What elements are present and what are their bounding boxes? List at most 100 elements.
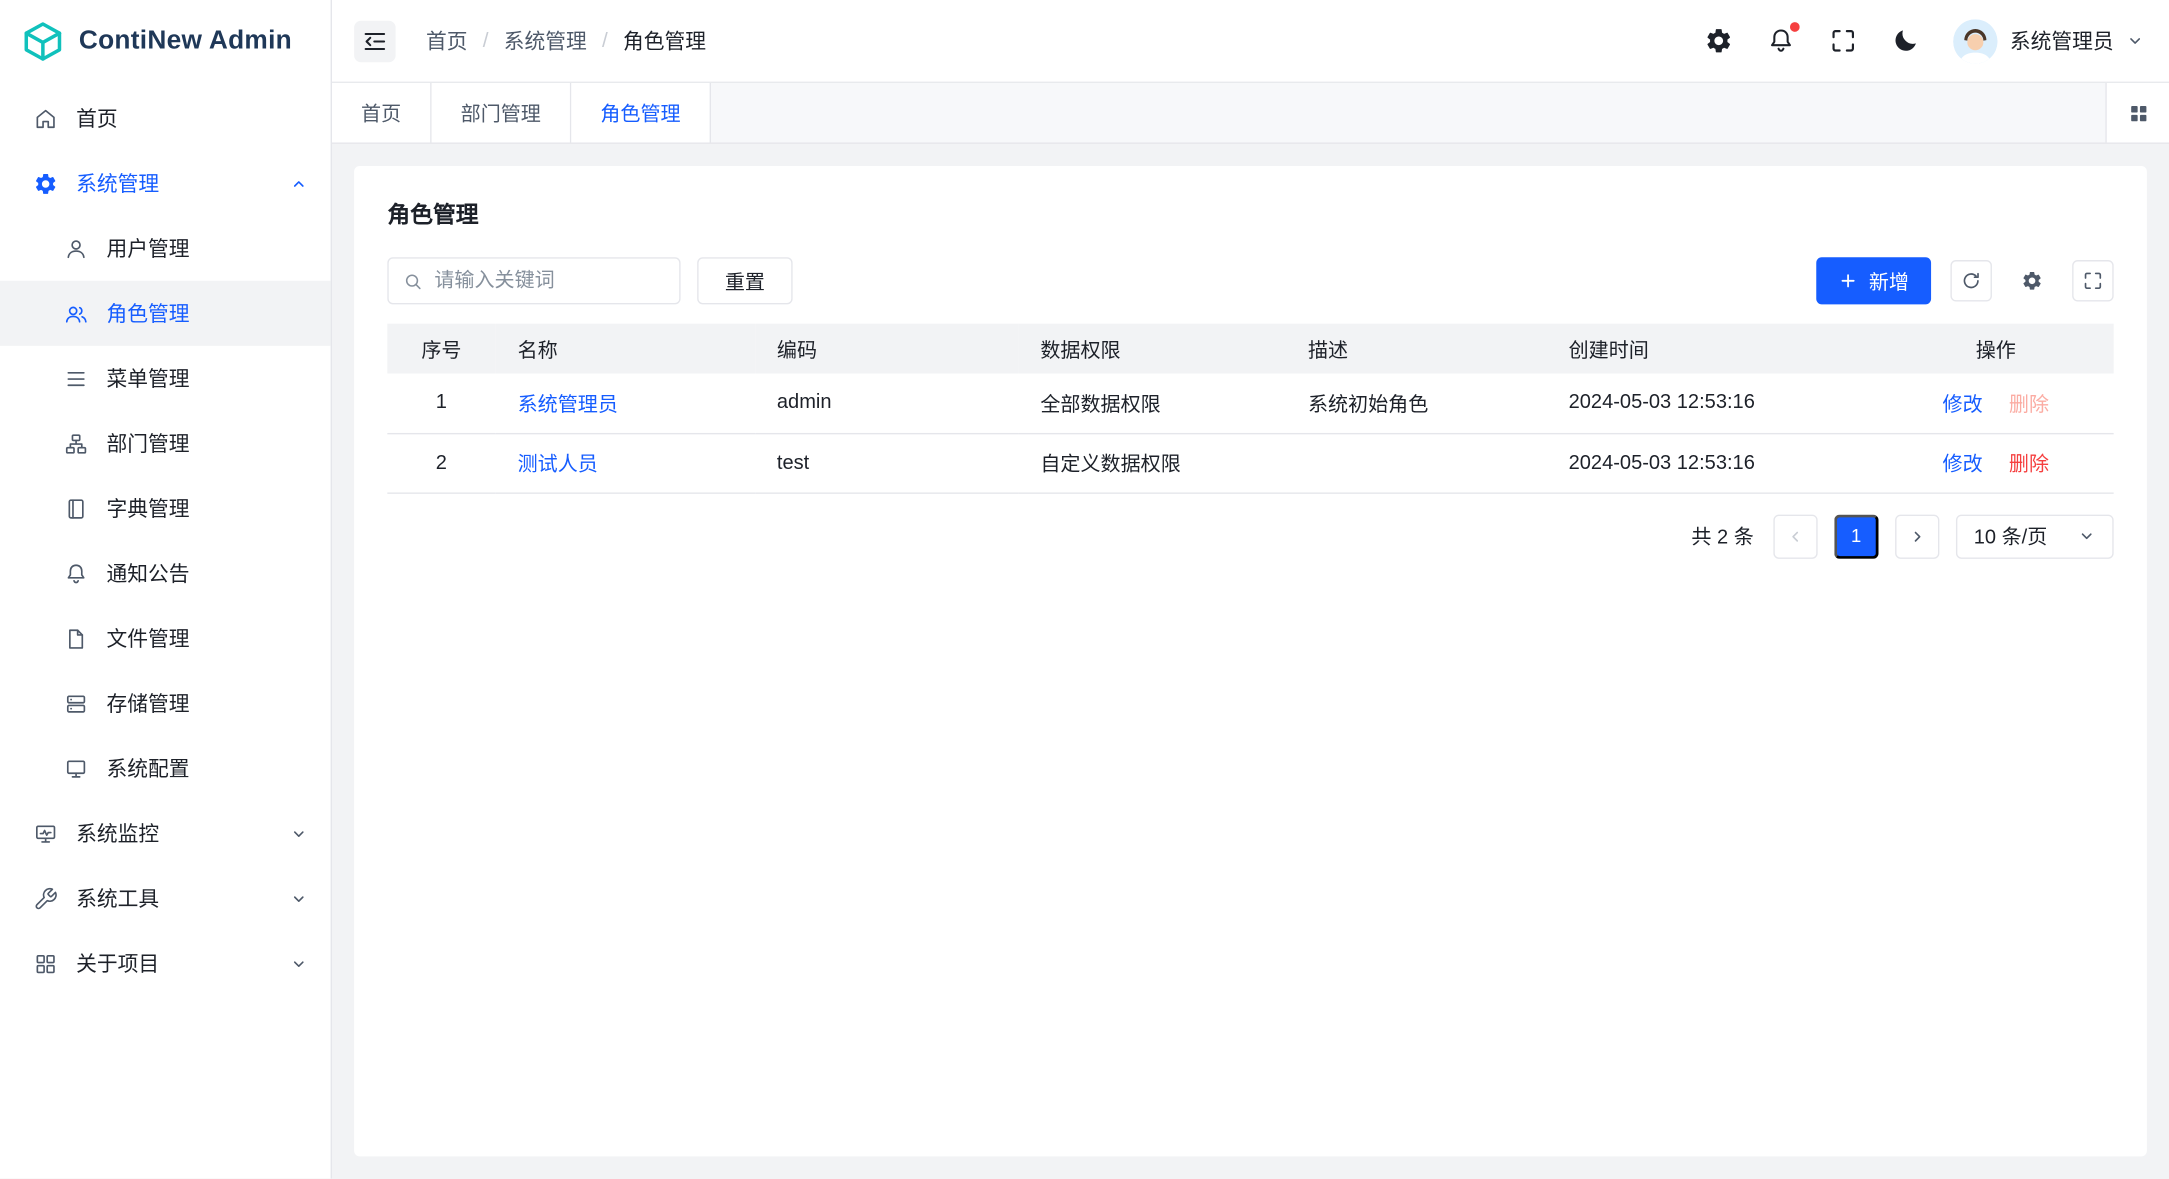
- app-root: ContiNew Admin 首页 系统管理: [0, 0, 2169, 1179]
- cell-index: 1: [387, 373, 495, 432]
- file-icon: [64, 626, 89, 651]
- sidebar-item-label: 角色管理: [107, 299, 190, 328]
- column-settings-button[interactable]: [2011, 260, 2052, 301]
- menu-list-icon: [64, 366, 89, 391]
- sidebar-item-user-management[interactable]: 用户管理: [0, 216, 331, 281]
- sidebar-item-system-management[interactable]: 系统管理: [0, 151, 331, 216]
- reset-button[interactable]: 重置: [697, 257, 792, 304]
- sidebar-item-label: 系统配置: [107, 754, 190, 783]
- sidebar-item-label: 字典管理: [107, 494, 190, 523]
- breadcrumb-separator: /: [483, 29, 489, 53]
- sidebar-item-label: 菜单管理: [107, 364, 190, 393]
- edit-link[interactable]: 修改: [1943, 394, 1983, 416]
- delete-link: 删除: [2009, 394, 2049, 416]
- sidebar-item-system-tools[interactable]: 系统工具: [0, 866, 331, 931]
- sidebar-item-storage-management[interactable]: 存储管理: [0, 671, 331, 736]
- sidebar-item-label: 系统管理: [76, 169, 159, 198]
- breadcrumb-home[interactable]: 首页: [426, 26, 468, 55]
- cell-desc: 系统初始角色: [1286, 373, 1547, 432]
- cell-code: admin: [755, 373, 1018, 432]
- chevron-up-icon: [289, 174, 308, 193]
- add-button[interactable]: 新增: [1816, 257, 1931, 304]
- user-icon: [64, 236, 89, 261]
- tab-home[interactable]: 首页: [332, 83, 432, 142]
- search-box: [387, 257, 680, 304]
- header-actions: 系统管理员: [1704, 19, 2144, 63]
- dark-mode-button[interactable]: [1891, 26, 1920, 55]
- notification-dot: [1790, 22, 1800, 32]
- refresh-icon: [1960, 270, 1982, 292]
- cell-created: 2024-05-03 12:53:16: [1546, 433, 1877, 492]
- pagination-next-button[interactable]: [1895, 514, 1939, 558]
- delete-link[interactable]: 删除: [2009, 454, 2049, 476]
- tab-role[interactable]: 角色管理: [571, 83, 711, 142]
- pagination-prev-button[interactable]: [1773, 514, 1817, 558]
- sidebar-item-system-config[interactable]: 系统配置: [0, 736, 331, 801]
- gear-icon: [2021, 270, 2043, 292]
- table-fullscreen-button[interactable]: [2072, 260, 2113, 301]
- role-name-link[interactable]: 系统管理员: [518, 394, 618, 416]
- tab-department[interactable]: 部门管理: [432, 83, 572, 142]
- book-icon: [64, 496, 89, 521]
- menu-fold-icon: [361, 27, 389, 55]
- sidebar-item-dictionary-management[interactable]: 字典管理: [0, 476, 331, 541]
- tab-label: 首页: [361, 98, 401, 127]
- home-icon: [33, 106, 58, 131]
- logo[interactable]: ContiNew Admin: [0, 0, 331, 83]
- app-title: ContiNew Admin: [79, 26, 292, 56]
- gear-icon: [1704, 26, 1733, 55]
- sidebar: ContiNew Admin 首页 系统管理: [0, 0, 332, 1179]
- grid-icon: [33, 951, 58, 976]
- grid-icon: [2127, 102, 2149, 124]
- user-menu[interactable]: 系统管理员: [1953, 19, 2144, 63]
- cell-scope: 自定义数据权限: [1018, 433, 1286, 492]
- search-input[interactable]: [434, 270, 665, 292]
- pagination-page-1[interactable]: 1: [1834, 514, 1878, 558]
- sidebar-item-home[interactable]: 首页: [0, 86, 331, 151]
- sidebar-item-label: 存储管理: [107, 689, 190, 718]
- sidebar-collapse-button[interactable]: [354, 20, 395, 61]
- sidebar-item-notice[interactable]: 通知公告: [0, 541, 331, 606]
- chevron-down-icon: [2126, 32, 2144, 50]
- plus-icon: [1838, 271, 1857, 290]
- bell-icon: [64, 561, 89, 586]
- sidebar-item-file-management[interactable]: 文件管理: [0, 606, 331, 671]
- role-name-link[interactable]: 测试人员: [518, 454, 598, 476]
- sidebar-item-label: 通知公告: [107, 559, 190, 588]
- sidebar-item-label: 系统监控: [76, 819, 159, 848]
- settings-button[interactable]: [1704, 26, 1733, 55]
- cell-created: 2024-05-03 12:53:16: [1546, 373, 1877, 432]
- search-icon: [403, 270, 424, 291]
- org-tree-icon: [64, 431, 89, 456]
- monitor-icon: [64, 756, 89, 781]
- sidebar-item-label: 首页: [76, 104, 118, 133]
- sidebar-item-system-monitor[interactable]: 系统监控: [0, 801, 331, 866]
- column-header-actions: 操作: [1878, 324, 2114, 374]
- sidebar-item-department-management[interactable]: 部门管理: [0, 411, 331, 476]
- chevron-down-icon: [289, 824, 308, 843]
- fullscreen-button[interactable]: [1829, 26, 1858, 55]
- moon-icon: [1891, 26, 1920, 55]
- sidebar-menu: 首页 系统管理 用户管理 角色: [0, 83, 331, 996]
- sidebar-item-label: 关于项目: [76, 949, 159, 978]
- table-toolbar: 重置 新增: [387, 257, 2113, 304]
- sidebar-item-role-management[interactable]: 角色管理: [0, 281, 331, 346]
- storage-icon: [64, 691, 89, 716]
- page-content: 角色管理 重置 新增: [332, 144, 2169, 1179]
- notifications-button[interactable]: [1766, 26, 1795, 55]
- chevron-down-icon: [2078, 527, 2096, 545]
- breadcrumb-system-management[interactable]: 系统管理: [504, 26, 587, 55]
- add-button-label: 新增: [1869, 266, 1909, 295]
- page-size-select[interactable]: 10 条/页: [1956, 514, 2114, 558]
- edit-link[interactable]: 修改: [1943, 454, 1983, 476]
- breadcrumb-current: 角色管理: [623, 26, 706, 55]
- breadcrumb: 首页 / 系统管理 / 角色管理: [426, 26, 706, 55]
- page-title: 角色管理: [387, 196, 2113, 229]
- tab-options-button[interactable]: [2105, 83, 2169, 142]
- refresh-button[interactable]: [1950, 260, 1991, 301]
- fullscreen-icon: [1829, 26, 1858, 55]
- sidebar-item-about-project[interactable]: 关于项目: [0, 931, 331, 996]
- sidebar-item-label: 系统工具: [76, 884, 159, 913]
- sidebar-item-menu-management[interactable]: 菜单管理: [0, 346, 331, 411]
- tab-label: 部门管理: [461, 98, 541, 127]
